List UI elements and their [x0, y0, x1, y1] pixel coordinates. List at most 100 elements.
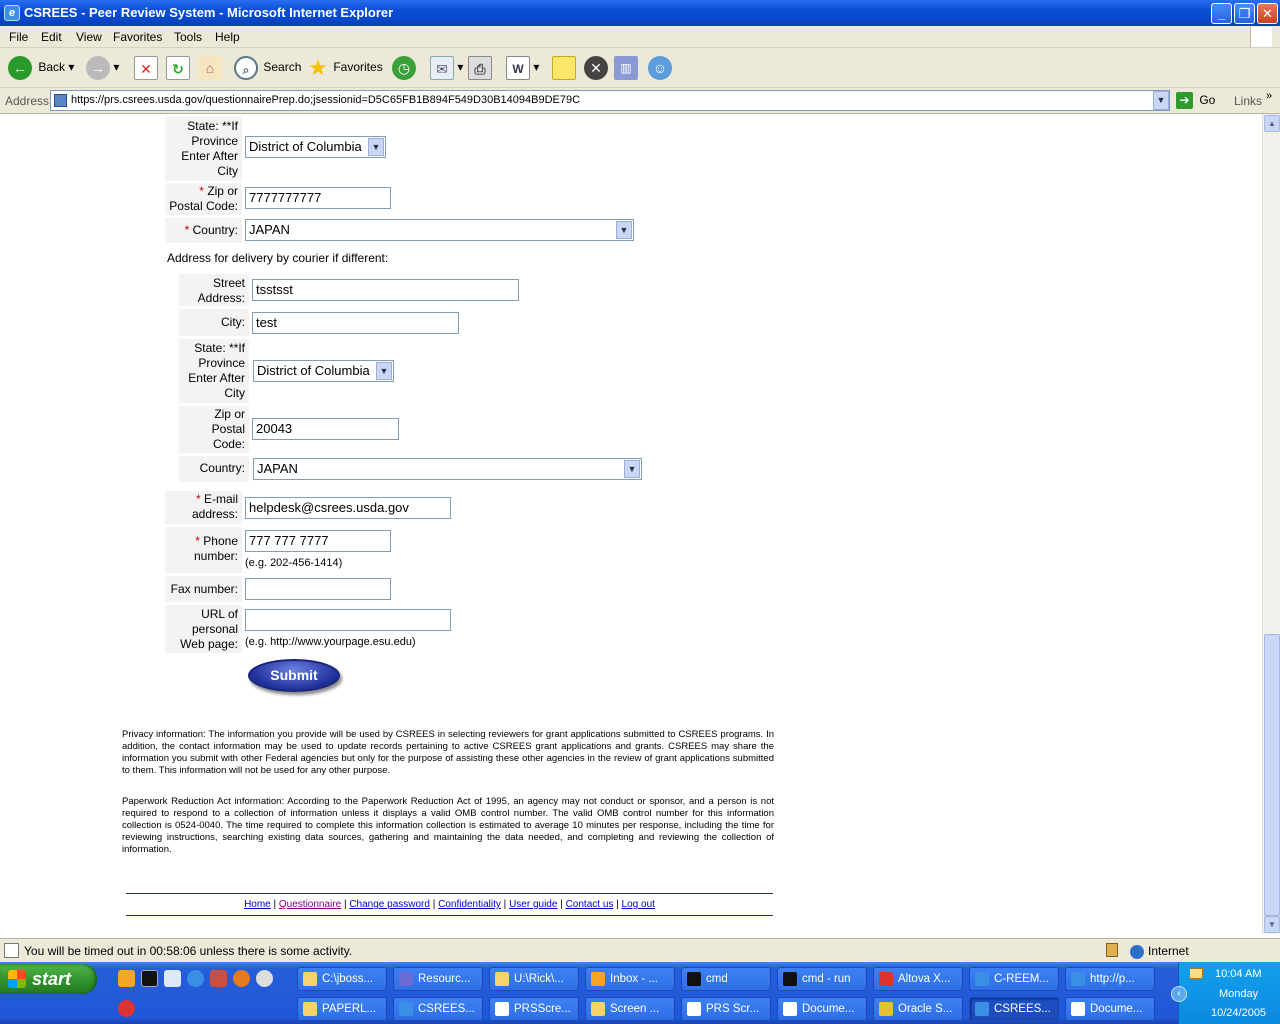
- title-bar: e CSREES - Peer Review System - Microsof…: [0, 0, 1280, 26]
- url-input[interactable]: [245, 609, 451, 631]
- quicklaunch-firefox-icon[interactable]: [233, 970, 250, 987]
- minimize-button[interactable]: _: [1211, 3, 1232, 24]
- country-select[interactable]: JAPAN ▼: [245, 219, 634, 241]
- maximize-button[interactable]: ❐: [1234, 3, 1255, 24]
- back-arrow-icon: ←: [8, 56, 32, 80]
- courier-state-label: State: **If Province Enter After City: [179, 339, 249, 403]
- links-button[interactable]: Links: [1234, 94, 1262, 108]
- task-button[interactable]: PAPERL...: [297, 997, 387, 1021]
- email-input[interactable]: helpdesk@csrees.usda.gov: [245, 497, 451, 519]
- task-button[interactable]: Inbox - ...: [585, 967, 675, 991]
- favorites-button[interactable]: ★ Favorites: [306, 56, 383, 80]
- footer-link-change-password[interactable]: Change password: [349, 899, 430, 910]
- courier-country-select[interactable]: JAPAN ▼: [253, 458, 642, 480]
- status-bar: You will be timed out in 00:58:06 unless…: [0, 938, 1280, 962]
- courier-street-input[interactable]: tsstsst: [252, 279, 519, 301]
- word-edit-icon: W: [506, 56, 530, 80]
- scroll-up-icon[interactable]: ▲: [1264, 115, 1280, 132]
- task-button[interactable]: Resourc...: [393, 967, 483, 991]
- courier-state-select[interactable]: District of Columbia ▼: [253, 360, 394, 382]
- quicklaunch-ie-icon[interactable]: [187, 970, 204, 987]
- task-button[interactable]: U:\Rick\...: [489, 967, 579, 991]
- close-button[interactable]: ✕: [1257, 3, 1278, 24]
- courier-street-label: Street Address:: [179, 274, 249, 306]
- tray-expand-icon[interactable]: ‹: [1171, 986, 1187, 1002]
- footer-link-contact-us[interactable]: Contact us: [566, 899, 614, 910]
- footer-link-user-guide[interactable]: User guide: [509, 899, 557, 910]
- task-button[interactable]: C:\jboss...: [297, 967, 387, 991]
- menu-help[interactable]: Help: [215, 30, 240, 44]
- home-button[interactable]: ⌂: [198, 56, 222, 80]
- task-button[interactable]: http://p...: [1065, 967, 1155, 991]
- menu-tools[interactable]: Tools: [174, 30, 202, 44]
- task-button[interactable]: Docume...: [777, 997, 867, 1021]
- messenger-button[interactable]: ☺: [648, 56, 672, 80]
- ie-icon: e: [4, 5, 20, 21]
- mail-notify-icon[interactable]: [1189, 968, 1203, 979]
- scroll-thumb[interactable]: [1264, 634, 1280, 916]
- search-button[interactable]: ⌕ Search: [234, 56, 301, 80]
- quicklaunch-app-icon[interactable]: [210, 970, 227, 987]
- go-arrow-icon: ➔: [1176, 92, 1193, 109]
- globe-icon: [1130, 944, 1144, 959]
- menu-favorites[interactable]: Favorites: [113, 30, 162, 44]
- task-button[interactable]: cmd - run: [777, 967, 867, 991]
- edit-button[interactable]: W ▾: [506, 56, 539, 80]
- forward-button[interactable]: → ▾: [86, 56, 119, 80]
- history-button[interactable]: ◷: [392, 56, 416, 80]
- menu-view[interactable]: View: [76, 30, 102, 44]
- address-label: Address: [5, 94, 50, 108]
- state-select[interactable]: District of Columbia ▼: [245, 136, 386, 158]
- task-button[interactable]: Docume...: [1065, 997, 1155, 1021]
- footer-link-confidentiality[interactable]: Confidentiality: [438, 899, 501, 910]
- chevron-right-icon[interactable]: »: [1266, 90, 1272, 102]
- task-button[interactable]: CSREES...: [393, 997, 483, 1021]
- refresh-icon: ↻: [166, 56, 190, 80]
- refresh-button[interactable]: ↻: [166, 56, 190, 80]
- print-button[interactable]: ⎙: [468, 56, 492, 80]
- footer-link-log-out[interactable]: Log out: [622, 899, 655, 910]
- back-button[interactable]: ← Back ▾: [8, 56, 74, 80]
- menu-edit[interactable]: Edit: [41, 30, 62, 44]
- task-button-active[interactable]: CSREES...: [969, 997, 1059, 1021]
- stop-button[interactable]: ✕: [134, 56, 158, 80]
- footer-link-home[interactable]: Home: [244, 899, 271, 910]
- blocked-button[interactable]: ✕: [584, 56, 608, 80]
- address-dropdown-button[interactable]: ▼: [1153, 91, 1169, 110]
- forward-arrow-icon: →: [86, 56, 110, 80]
- courier-city-label: City:: [179, 309, 249, 336]
- task-button[interactable]: C-REEM...: [969, 967, 1059, 991]
- messenger-icon: ☺: [648, 56, 672, 80]
- submit-button[interactable]: Submit: [248, 659, 340, 692]
- research-button[interactable]: ▥: [614, 56, 638, 80]
- go-button[interactable]: ➔ Go: [1176, 92, 1215, 109]
- home-icon: ⌂: [198, 56, 222, 80]
- footer-link-questionnaire[interactable]: Questionnaire: [279, 899, 341, 910]
- quicklaunch-explorer-icon[interactable]: [164, 970, 181, 987]
- courier-zip-input[interactable]: 20043: [252, 418, 399, 440]
- task-button[interactable]: Altova X...: [873, 967, 963, 991]
- clock-day: Monday: [1219, 988, 1259, 1000]
- zip-input[interactable]: 7777777777: [245, 187, 391, 209]
- courier-city-input[interactable]: test: [252, 312, 459, 334]
- scroll-down-icon[interactable]: ▼: [1264, 916, 1280, 933]
- quicklaunch-error-icon[interactable]: [118, 1000, 135, 1017]
- quicklaunch-cmd-icon[interactable]: [141, 970, 158, 987]
- quicklaunch-app2-icon[interactable]: [256, 970, 273, 987]
- task-button[interactable]: PRS Scr...: [681, 997, 771, 1021]
- menu-file[interactable]: File: [9, 30, 28, 44]
- task-button[interactable]: Oracle S...: [873, 997, 963, 1021]
- toolbar: ← Back ▾ → ▾ ✕ ↻ ⌂ ⌕ Search ★ Favorites …: [0, 48, 1280, 88]
- vertical-scrollbar[interactable]: ▲ ▼: [1262, 114, 1280, 934]
- quicklaunch-clock-icon[interactable]: [118, 970, 135, 987]
- phone-input[interactable]: 777 777 7777: [245, 530, 391, 552]
- mail-button[interactable]: ✉ ▾: [430, 56, 463, 80]
- task-button[interactable]: Screen ...: [585, 997, 675, 1021]
- fax-input[interactable]: [245, 578, 391, 600]
- discuss-button[interactable]: [552, 56, 576, 80]
- task-button[interactable]: cmd: [681, 967, 771, 991]
- start-button[interactable]: start: [0, 964, 97, 994]
- address-input[interactable]: https://prs.csrees.usda.gov/questionnair…: [50, 90, 1170, 111]
- task-button[interactable]: PRSScre...: [489, 997, 579, 1021]
- stop-icon: ✕: [134, 56, 158, 80]
